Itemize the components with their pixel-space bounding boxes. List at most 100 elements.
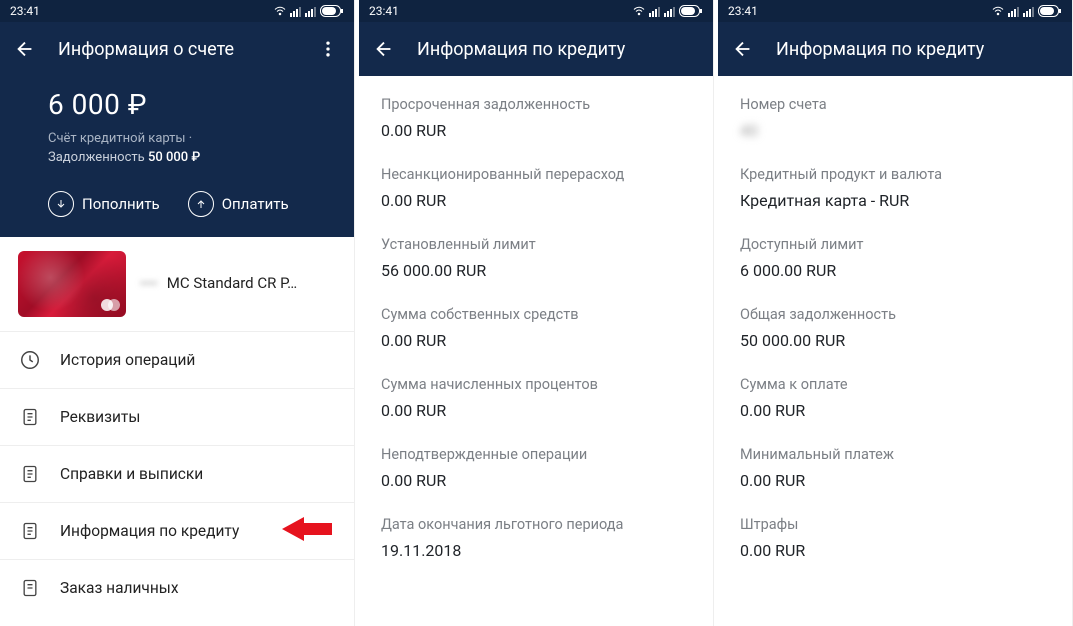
deposit-label: Пополнить	[82, 195, 160, 213]
wifi-icon	[632, 5, 646, 17]
info-row: Сумма начисленных процентов 0.00 RUR	[359, 362, 713, 432]
screen-account-info: 23:41 Информация о счете 6 000 ₽ Счёт кр…	[0, 0, 355, 626]
pay-label: Оплатить	[222, 195, 289, 213]
mastercard-icon	[101, 299, 120, 311]
menu-item-statements[interactable]: Справки и выписки	[0, 446, 354, 503]
info-label: Неподтвержденные операции	[381, 446, 691, 463]
info-row: Общая задолженность50 000.00 RUR	[718, 292, 1072, 362]
screen-credit-info-1: 23:41 Информация по кредиту Просроченная…	[359, 0, 714, 626]
annotation-arrow-icon	[282, 514, 332, 548]
info-label: Просроченная задолженность	[381, 96, 691, 113]
info-value: 6 000.00 RUR	[740, 261, 1050, 280]
info-value: Кредитная карта - RUR	[740, 191, 1050, 210]
upload-icon	[188, 191, 214, 217]
info-label: Доступный лимит	[740, 236, 1050, 253]
wifi-icon	[273, 5, 287, 17]
more-vertical-icon	[318, 39, 338, 59]
info-row: Несанкционированный перерасход 0.00 RUR	[359, 152, 713, 222]
menu-label: Справки и выписки	[60, 465, 203, 483]
back-button[interactable]	[14, 38, 40, 60]
arrow-left-icon	[373, 38, 395, 60]
info-value: 56 000.00 RUR	[381, 261, 691, 280]
info-value: 0.00 RUR	[381, 401, 691, 420]
account-subtitle: Счёт кредитной карты ·	[48, 131, 330, 146]
info-label: Номер счета	[740, 96, 1050, 113]
info-row: Штрафы 0.00 RUR	[718, 502, 1072, 572]
info-label: Дата окончания льготного периода	[381, 516, 691, 533]
status-indicators	[991, 5, 1062, 17]
battery-icon	[1038, 5, 1062, 17]
info-value: 50 000.00 RUR	[740, 331, 1050, 350]
info-label: Сумма собственных средств	[381, 306, 691, 323]
info-row: Установленный лимит 56 000.00 RUR	[359, 222, 713, 292]
arrow-left-icon	[732, 38, 754, 60]
info-label: Штрафы	[740, 516, 1050, 533]
menu-label: Заказ наличных	[60, 579, 179, 597]
balance-amount: 6 000 ₽	[48, 88, 330, 121]
menu-item-cash-order[interactable]: Заказ наличных	[0, 560, 354, 616]
info-row: Кредитный продукт и валютаКредитная карт…	[718, 152, 1072, 222]
info-label: Установленный лимит	[381, 236, 691, 253]
info-value: 0.00 RUR	[381, 471, 691, 490]
status-time: 23:41	[369, 4, 399, 18]
info-value: 0.00 RUR	[740, 541, 1050, 560]
info-row: Сумма собственных средств 0.00 RUR	[359, 292, 713, 362]
signal-icon	[649, 5, 661, 17]
info-row: Минимальный платеж0.00 RUR	[718, 432, 1072, 502]
wifi-icon	[991, 5, 1005, 17]
info-value: 0.00 RUR	[740, 401, 1050, 420]
back-button[interactable]	[373, 38, 399, 60]
page-title: Информация по кредиту	[399, 39, 699, 60]
info-value: 0.00 RUR	[381, 331, 691, 350]
app-header: Информация о счете	[0, 22, 354, 76]
info-row: Просроченная задолженность0.00 RUR	[359, 82, 713, 152]
battery-icon	[679, 5, 703, 17]
account-summary: 6 000 ₽ Счёт кредитной карты · Задолженн…	[0, 76, 354, 165]
signal-icon-2	[1023, 5, 1035, 17]
info-value: 0.00 RUR	[381, 191, 691, 210]
menu-item-history[interactable]: История операций	[0, 332, 354, 389]
download-icon	[48, 191, 74, 217]
menu-list: История операций Реквизиты Справки и вып…	[0, 332, 354, 616]
status-indicators	[632, 5, 703, 17]
card-masked-number: ••••	[140, 277, 161, 292]
arrow-left-icon	[14, 38, 36, 60]
debt-value: 50 000 ₽	[148, 150, 200, 165]
signal-icon-2	[305, 5, 317, 17]
info-label: Сумма начисленных процентов	[381, 376, 691, 393]
signal-icon	[290, 5, 302, 17]
page-title: Информация по кредиту	[758, 39, 1058, 60]
app-header: Информация по кредиту	[359, 22, 713, 76]
menu-label: Реквизиты	[60, 408, 140, 426]
clock-icon	[18, 348, 42, 372]
info-label: Несанкционированный перерасход	[381, 166, 691, 183]
info-row: Сумма к оплате0.00 RUR	[718, 362, 1072, 432]
document-icon	[18, 576, 42, 600]
debt-label: Задолженность	[48, 150, 145, 165]
app-header: Информация по кредиту	[718, 22, 1072, 76]
signal-icon-2	[664, 5, 676, 17]
status-indicators	[273, 5, 344, 17]
menu-label: Информация по кредиту	[60, 522, 239, 540]
info-row: Дата окончания льготного периода 19.11.20…	[359, 502, 713, 572]
document-icon	[18, 519, 42, 543]
menu-item-details[interactable]: Реквизиты	[0, 389, 354, 446]
document-icon	[18, 462, 42, 486]
pay-button[interactable]: Оплатить	[188, 191, 289, 217]
menu-item-credit-info[interactable]: Информация по кредиту	[0, 503, 354, 560]
screen-credit-info-2: 23:41 Информация по кредиту Номер счета4…	[718, 0, 1073, 626]
more-button[interactable]	[316, 39, 340, 59]
info-label: Минимальный платеж	[740, 446, 1050, 463]
info-row: Доступный лимит 6 000.00 RUR	[718, 222, 1072, 292]
action-row: Пополнить Оплатить	[0, 165, 354, 237]
info-row: Неподтвержденные операции 0.00 RUR	[359, 432, 713, 502]
menu-label: История операций	[60, 351, 195, 369]
deposit-button[interactable]: Пополнить	[48, 191, 160, 217]
card-row[interactable]: •••• MC Standard CR P…	[0, 237, 354, 332]
status-time: 23:41	[10, 4, 40, 18]
debt-line: Задолженность 50 000 ₽	[48, 150, 330, 165]
signal-icon	[1008, 5, 1020, 17]
back-button[interactable]	[732, 38, 758, 60]
status-bar: 23:41	[359, 0, 713, 22]
info-value: 19.11.2018	[381, 541, 691, 560]
